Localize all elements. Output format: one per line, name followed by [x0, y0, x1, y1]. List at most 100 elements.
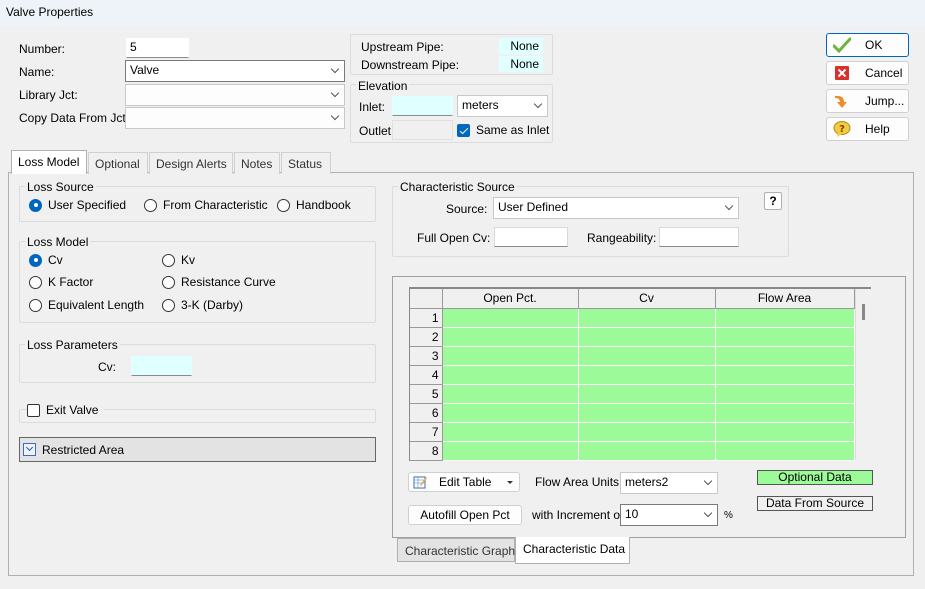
column-header-open-pct[interactable]: Open Pct.	[442, 289, 579, 309]
tab-optional[interactable]: Optional	[88, 152, 148, 174]
row-number[interactable]: 8	[410, 441, 443, 461]
expand-chevron-icon[interactable]	[23, 443, 36, 456]
table-cell-open-pct[interactable]	[442, 308, 579, 328]
source-combo[interactable]: User Defined	[493, 197, 739, 219]
help-question-button[interactable]: ?	[764, 192, 782, 210]
same-as-inlet-checkbox[interactable]: Same as Inlet	[457, 123, 549, 137]
tab-loss-model[interactable]: Loss Model	[11, 150, 87, 174]
characteristic-data-table[interactable]: Open Pct. Cv Flow Area 12345678	[409, 287, 871, 461]
row-number[interactable]: 3	[410, 346, 443, 366]
row-number[interactable]: 1	[410, 308, 443, 328]
exit-valve-checkbox[interactable]: Exit Valve	[27, 403, 105, 417]
chevron-down-icon	[704, 511, 712, 519]
radio-unselected-icon	[144, 198, 157, 212]
table-cell-open-pct[interactable]	[442, 365, 579, 385]
tab-notes[interactable]: Notes	[234, 152, 280, 174]
table-cell-flow-area[interactable]	[715, 327, 855, 347]
table-cell-open-pct[interactable]	[442, 403, 579, 423]
edit-table-button[interactable]: Edit Table	[408, 472, 520, 492]
flow-area-units-label: Flow Area Units:	[535, 475, 623, 489]
cv-field[interactable]	[131, 356, 192, 376]
table-cell-flow-area[interactable]	[715, 346, 855, 366]
radio-3k-darby[interactable]: 3-K (Darby)	[162, 298, 243, 312]
table-cell-open-pct[interactable]	[442, 422, 579, 442]
increment-combo[interactable]: 10	[620, 504, 718, 526]
row-number[interactable]: 4	[410, 365, 443, 385]
radio-from-characteristic[interactable]: From Characteristic	[144, 198, 268, 212]
outlet-elevation-field[interactable]	[392, 120, 453, 140]
help-button[interactable]: ? Help	[826, 117, 909, 141]
increment-label: with Increment of	[532, 508, 624, 522]
radio-label: 3-K (Darby)	[181, 298, 244, 312]
data-from-source-legend: Data From Source	[757, 496, 873, 511]
table-cell-cv[interactable]	[578, 346, 716, 366]
name-combo[interactable]: Valve	[125, 60, 345, 82]
radio-unselected-icon	[162, 253, 175, 267]
close-icon	[833, 64, 851, 82]
copy-data-combo[interactable]	[125, 107, 345, 129]
table-cell-flow-area[interactable]	[715, 422, 855, 442]
cancel-button[interactable]: Cancel	[826, 61, 909, 85]
row-number[interactable]: 5	[410, 384, 443, 404]
table-cell-flow-area[interactable]	[715, 384, 855, 404]
radio-k-factor[interactable]: K Factor	[29, 275, 93, 289]
table-cell-cv[interactable]	[578, 327, 716, 347]
tab-characteristic-graph[interactable]: Characteristic Graph	[397, 538, 515, 562]
jump-arrow-icon	[833, 92, 851, 110]
row-number[interactable]: 6	[410, 403, 443, 423]
radio-resistance-curve[interactable]: Resistance Curve	[162, 275, 276, 289]
table-cell-open-pct[interactable]	[442, 441, 579, 461]
rangeability-field[interactable]	[659, 227, 739, 247]
number-field[interactable]: 5	[126, 38, 189, 58]
table-cell-cv[interactable]	[578, 384, 716, 404]
percent-unit: %	[724, 510, 733, 521]
jump-button[interactable]: Jump...	[826, 89, 909, 113]
restricted-area-panel[interactable]: Restricted Area	[19, 437, 376, 462]
radio-user-specified[interactable]: User Specified	[29, 198, 126, 212]
table-cell-cv[interactable]	[578, 441, 716, 461]
row-number[interactable]: 2	[410, 327, 443, 347]
table-cell-open-pct[interactable]	[442, 327, 579, 347]
library-combo[interactable]	[125, 84, 345, 106]
table-cell-cv[interactable]	[578, 308, 716, 328]
table-cell-flow-area[interactable]	[715, 365, 855, 385]
cv-label: Cv:	[98, 360, 116, 374]
table-cell-open-pct[interactable]	[442, 384, 579, 404]
radio-cv[interactable]: Cv	[29, 253, 63, 267]
scrollbar-thumb[interactable]	[862, 304, 865, 320]
row-number[interactable]: 7	[410, 422, 443, 442]
elevation-units-combo[interactable]: meters	[457, 95, 548, 117]
radio-handbook[interactable]: Handbook	[277, 198, 351, 212]
table-row: 4	[410, 365, 855, 385]
table-cell-flow-area[interactable]	[715, 441, 855, 461]
table-cell-open-pct[interactable]	[442, 346, 579, 366]
table-header-row: Open Pct. Cv Flow Area	[410, 289, 855, 309]
radio-kv[interactable]: Kv	[162, 253, 195, 267]
column-header-cv[interactable]: Cv	[578, 289, 716, 309]
autofill-open-pct-button[interactable]: Autofill Open Pct	[408, 505, 522, 525]
table-row: 5	[410, 384, 855, 404]
ok-button[interactable]: OK	[826, 33, 909, 57]
flow-area-units-combo[interactable]: meters2	[620, 472, 718, 494]
radio-unselected-icon	[162, 275, 175, 289]
tab-status[interactable]: Status	[281, 152, 331, 174]
table-cell-flow-area[interactable]	[715, 308, 855, 328]
table-cell-cv[interactable]	[578, 422, 716, 442]
chevron-down-icon	[331, 114, 339, 122]
window-title: Valve Properties	[6, 5, 94, 19]
outlet-label: Outlet:	[359, 124, 395, 138]
chevron-down-icon	[331, 67, 339, 75]
table-cell-flow-area[interactable]	[715, 403, 855, 423]
tab-characteristic-data[interactable]: Characteristic Data	[515, 537, 630, 564]
radio-label: Kv	[181, 253, 196, 267]
radio-equivalent-length[interactable]: Equivalent Length	[29, 298, 144, 312]
column-header-flow-area[interactable]: Flow Area	[715, 289, 855, 309]
inlet-elevation-field[interactable]	[392, 96, 453, 116]
full-open-cv-field[interactable]	[494, 227, 568, 247]
table-cell-cv[interactable]	[578, 403, 716, 423]
tab-design-alerts[interactable]: Design Alerts	[149, 152, 233, 174]
table-cell-cv[interactable]	[578, 365, 716, 385]
table-vertical-scrollbar[interactable]	[855, 290, 871, 460]
tab-label: Status	[288, 157, 323, 171]
radio-unselected-icon	[29, 298, 42, 312]
